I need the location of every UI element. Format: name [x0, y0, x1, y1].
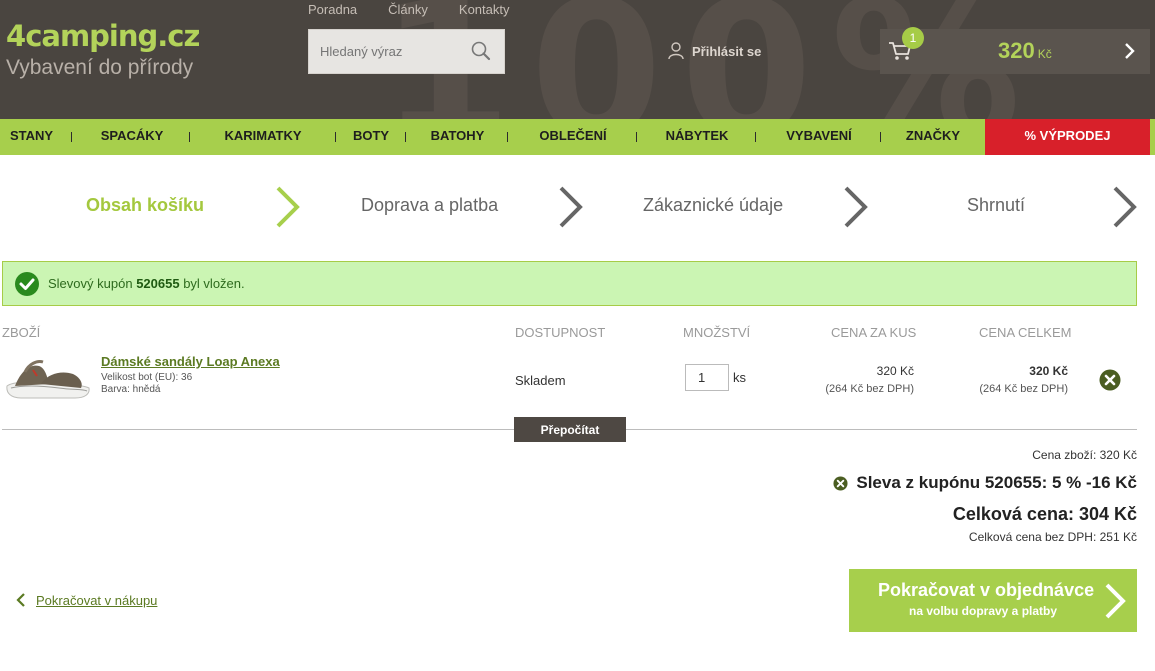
notice-prefix: Slevový kupón	[48, 276, 133, 291]
site-header: 100% 4camping.cz Vybavení do přírody Por…	[0, 0, 1155, 119]
cart-count-badge: 1	[902, 27, 924, 49]
continue-shopping-label: Pokračovat v nákupu	[36, 592, 158, 608]
remove-item-icon[interactable]	[1099, 369, 1121, 391]
search-box	[308, 29, 505, 74]
login-link[interactable]: Přihlásit se	[668, 42, 761, 60]
chevron-right-icon	[1125, 43, 1135, 59]
col-header-total-price: CENA CELKEM	[979, 325, 1072, 340]
top-link-poradna[interactable]: Poradna	[308, 2, 357, 17]
continue-order-subtitle: na volbu dopravy a platby	[909, 604, 1058, 618]
nav-item-sale[interactable]: % VÝPRODEJ	[985, 119, 1150, 155]
step-chevron-icon	[276, 186, 300, 228]
coupon-notice: Slevový kupón 520655 byl vložen.	[2, 261, 1137, 306]
chevron-left-icon	[16, 593, 25, 607]
check-icon	[15, 272, 39, 296]
step-chevron-icon	[1113, 186, 1137, 228]
top-links: Poradna Články Kontakty	[308, 2, 510, 17]
coupon-discount-text: Sleva z kupónu 520655: 5 % -16 Kč	[856, 473, 1137, 492]
nav-item-batohy[interactable]: BATOHY	[415, 119, 500, 155]
quantity-unit: ks	[733, 370, 746, 385]
product-color: Barva: hnědá	[101, 384, 161, 395]
unit-price-net: (264 Kč bez DPH)	[825, 383, 914, 395]
coupon-discount: Sleva z kupónu 520655: 5 % -16 Kč	[833, 473, 1137, 493]
recalculate-button[interactable]: Přepočítat	[514, 417, 626, 442]
total-price-net: (264 Kč bez DPH)	[979, 383, 1068, 395]
nav-item-obleceni[interactable]: OBLEČENÍ	[518, 119, 628, 155]
logo-number: 4	[6, 19, 26, 53]
product-name-link[interactable]: Dámské sandály Loap Anexa	[101, 354, 280, 369]
continue-shopping-link[interactable]: Pokračovat v nákupu	[16, 592, 157, 608]
total-price-summary: Celková cena: 304 Kč	[952, 504, 1137, 524]
nav-separator	[405, 132, 406, 142]
cart-price-value: 320	[998, 38, 1035, 63]
nav-item-nabytek[interactable]: NÁBYTEK	[647, 119, 747, 155]
continue-order-button[interactable]: Pokračovat v objednávce na volbu dopravy…	[849, 569, 1137, 632]
notice-suffix: byl vložen.	[183, 276, 245, 291]
nav-separator	[755, 132, 756, 142]
cart-button[interactable]: 1 320 Kč	[880, 27, 1150, 74]
product-size: Velikost bot (EU): 36	[101, 372, 193, 383]
continue-order-title: Pokračovat v objednávce	[878, 580, 1095, 600]
nav-item-karimatky[interactable]: KARIMATKY	[200, 119, 326, 155]
nav-item-znacky[interactable]: ZNAČKY	[888, 119, 978, 155]
nav-separator	[636, 132, 637, 142]
product-image[interactable]	[3, 352, 91, 408]
cart-currency: Kč	[1037, 47, 1052, 61]
step-shipping-payment[interactable]: Doprava a platba	[361, 195, 498, 216]
quantity-input[interactable]	[685, 364, 729, 391]
logo-text: camping.cz	[25, 19, 200, 53]
search-input[interactable]	[320, 44, 470, 59]
nav-separator	[880, 132, 881, 142]
col-header-availability: DOSTUPNOST	[515, 325, 606, 340]
nav-item-boty[interactable]: BOTY	[343, 119, 399, 155]
step-chevron-icon	[844, 186, 868, 228]
nav-item-spacaky[interactable]: SPACÁKY	[80, 119, 184, 155]
step-chevron-icon	[559, 186, 583, 228]
chevron-right-icon	[1105, 583, 1126, 619]
step-cart-contents: Obsah košíku	[86, 195, 205, 215]
nav-separator	[71, 132, 72, 142]
col-header-unit-price: CENA ZA KUS	[831, 325, 917, 340]
cart-price: 320 Kč	[998, 38, 1052, 64]
goods-price: Cena zboží: 320 Kč	[1032, 448, 1137, 462]
unit-price: 320 Kč	[876, 364, 914, 378]
search-icon[interactable]	[470, 40, 492, 62]
nav-separator	[507, 132, 508, 142]
remove-coupon-icon[interactable]	[833, 475, 848, 491]
product-availability: Skladem	[515, 373, 566, 388]
user-icon	[668, 42, 684, 60]
col-header-quantity: MNOŽSTVÍ	[683, 325, 751, 340]
login-label: Přihlásit se	[692, 43, 762, 59]
logo-tagline: Vybavení do přírody	[6, 56, 194, 79]
total-price: 320 Kč	[1029, 364, 1068, 378]
logo[interactable]: 4camping.cz Vybavení do přírody	[6, 18, 200, 80]
notice-code: 520655	[136, 276, 180, 291]
step-customer-details[interactable]: Zákaznické údaje	[643, 195, 783, 216]
col-header-goods: ZBOŽÍ	[2, 325, 41, 340]
nav-separator	[189, 132, 190, 142]
top-link-kontakty[interactable]: Kontakty	[459, 2, 510, 17]
nav-separator	[335, 132, 336, 142]
top-link-clanky[interactable]: Články	[388, 2, 428, 17]
nav-item-stany[interactable]: STANY	[0, 119, 63, 155]
main-nav: STANY SPACÁKY KARIMATKY BOTY BATOHY OBLE…	[0, 119, 1155, 155]
nav-item-vybaveni[interactable]: VYBAVENÍ	[765, 119, 873, 155]
total-price-net-summary: Celková cena bez DPH: 251 Kč	[968, 530, 1137, 544]
coupon-notice-text: Slevový kupón 520655 byl vložen.	[48, 276, 245, 291]
step-summary[interactable]: Shrnutí	[967, 195, 1025, 216]
